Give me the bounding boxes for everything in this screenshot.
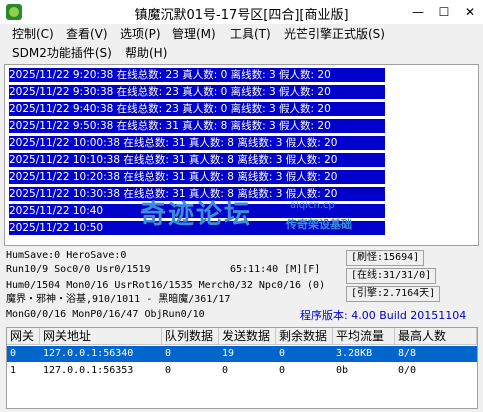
- menu-tools[interactable]: 工具(T): [230, 26, 271, 42]
- cell-sent: 0: [222, 365, 229, 376]
- table-row[interactable]: 0 127.0.0.1:56340 0 19 0 3.28KB 8/8: [7, 346, 477, 362]
- menu-control[interactable]: 控制(C): [12, 26, 54, 42]
- cell-queue: 0: [165, 348, 172, 359]
- menu-bar: 控制(C) 查看(V) 选项(P) 管理(M) 工具(T) 光芒引擎正式版(S)…: [0, 24, 483, 64]
- status-run: Run10/9 Soc0/0 Usr0/1519: [6, 264, 151, 275]
- menu-manage[interactable]: 管理(M): [172, 26, 216, 42]
- watermark-url: aiqicn.cp: [290, 200, 335, 211]
- menu-engine[interactable]: 光芒引擎正式版(S): [284, 26, 385, 42]
- maximize-button[interactable]: ☐: [431, 0, 457, 24]
- table-row[interactable]: 1 127.0.0.1:56353 0 0 0 0b 0/0: [7, 363, 477, 379]
- cell-max-users: 8/8: [398, 348, 417, 359]
- menu-help[interactable]: 帮助(H): [125, 45, 167, 61]
- cell-remaining: 0: [279, 365, 286, 376]
- cell-gateway: 0: [10, 348, 17, 359]
- cell-avg-traffic: 3.28KB: [336, 348, 373, 359]
- watermark-subtitle: 传奇架设基础: [286, 218, 352, 231]
- cell-avg-traffic: 0b: [336, 365, 349, 376]
- status-clock: 65:11:40 [M][F]: [230, 264, 321, 275]
- log-line: 2025/11/22 10:10:38 在线总数: 31 真人数: 8 离线数:…: [9, 153, 385, 167]
- cell-sent: 19: [222, 348, 235, 359]
- log-line: 2025/11/22 9:50:38 在线总数: 31 真人数: 8 离线数: …: [9, 119, 385, 133]
- online-counter: [在线:31/31/0]: [346, 268, 437, 284]
- program-version: 程序版本: 4.00 Build 20151104: [300, 309, 467, 322]
- column-header[interactable]: 网关: [7, 328, 40, 345]
- log-line: 2025/11/22 9:30:38 在线总数: 23 真人数: 0 离线数: …: [9, 85, 385, 99]
- column-header[interactable]: 网关地址: [40, 328, 162, 345]
- column-header[interactable]: 平均流量: [333, 328, 395, 345]
- menu-sdm2-plugins[interactable]: SDM2功能插件(S): [12, 45, 112, 61]
- status-save: HumSave:0 HeroSave:0: [6, 250, 127, 261]
- column-header[interactable]: 最高人数: [395, 328, 477, 345]
- menu-options[interactable]: 选项(P): [120, 26, 161, 42]
- cell-remaining: 0: [279, 348, 286, 359]
- status-mon: MonG0/0/16 MonP0/16/47 ObjRun0/10: [6, 309, 205, 320]
- minimize-button[interactable]: —: [405, 0, 431, 24]
- status-map: 魔界・邪神・浴基,910/1011 - 黑暗魔/361/17: [6, 294, 231, 305]
- gateway-table[interactable]: 网关 网关地址 队列数据 发送数据 剩余数据 平均流量 最高人数 0 127.0…: [6, 327, 478, 409]
- refresh-counter: [刷怪:15694]: [346, 250, 425, 266]
- cell-address: 127.0.0.1:56340: [43, 348, 134, 359]
- log-line: 2025/11/22 9:40:38 在线总数: 23 真人数: 0 离线数: …: [9, 102, 385, 116]
- engine-uptime: [引擎:2.7164天]: [346, 286, 441, 302]
- cell-address: 127.0.0.1:56353: [43, 365, 134, 376]
- close-button[interactable]: ✕: [457, 0, 483, 24]
- title-bar: 镇魔沉默01号-17号区[四合][商业版] — ☐ ✕: [0, 0, 483, 24]
- cell-queue: 0: [165, 365, 172, 376]
- column-header[interactable]: 剩余数据: [276, 328, 333, 345]
- watermark-text: 奇迹论坛: [140, 200, 253, 230]
- cell-max-users: 0/0: [398, 365, 417, 376]
- log-line: 2025/11/22 9:20:38 在线总数: 23 真人数: 0 离线数: …: [9, 68, 385, 82]
- log-line: 2025/11/22 10:00:38 在线总数: 31 真人数: 8 离线数:…: [9, 136, 385, 150]
- log-line: 2025/11/22 10:20:38 在线总数: 31 真人数: 8 离线数:…: [9, 170, 385, 184]
- column-header[interactable]: 发送数据: [219, 328, 276, 345]
- column-header[interactable]: 队列数据: [162, 328, 219, 345]
- status-hum: Hum0/1504 Mon0/16 UsrRot16/1535 Merch0/3…: [6, 280, 326, 291]
- cell-gateway: 1: [10, 365, 17, 376]
- menu-view[interactable]: 查看(V): [66, 26, 108, 42]
